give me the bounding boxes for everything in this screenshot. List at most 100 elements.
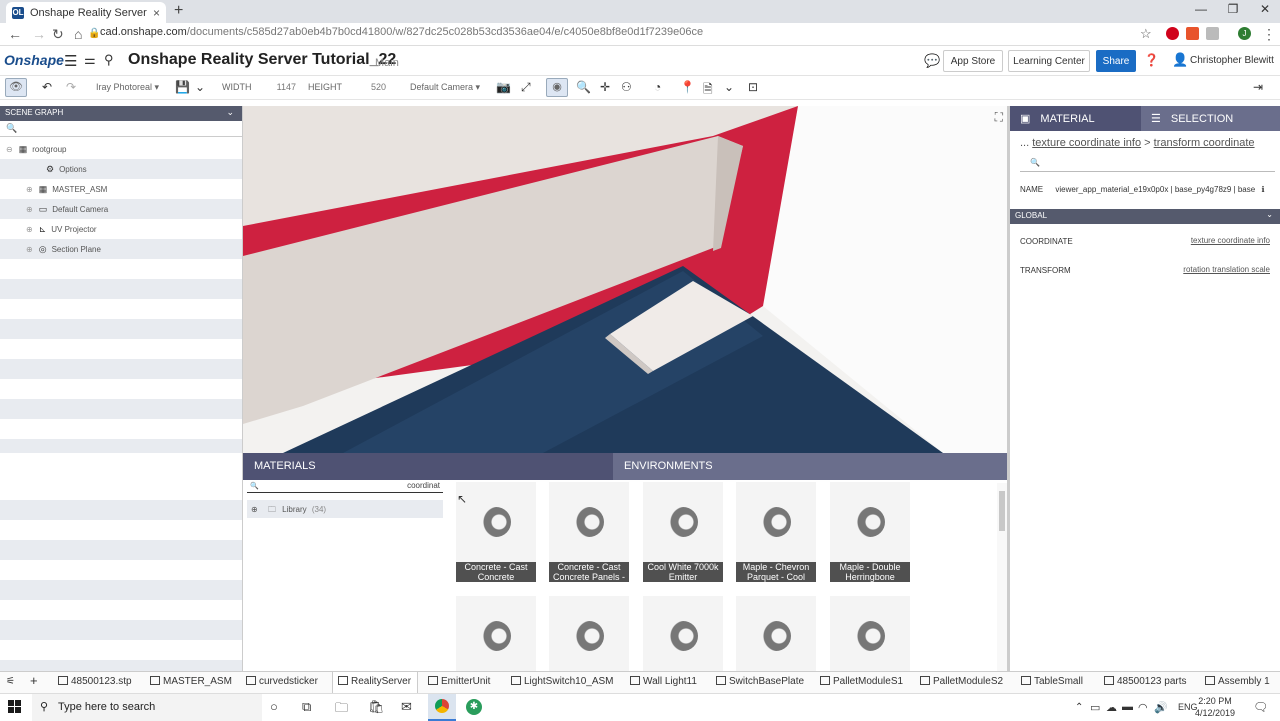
- collapse-icon[interactable]: ⊖: [6, 145, 13, 154]
- document-branch[interactable]: Main: [375, 57, 399, 69]
- mail-icon[interactable]: ✉: [401, 699, 412, 715]
- comments-icon[interactable]: 💬: [924, 53, 940, 69]
- viewer-eye-icon[interactable]: 👁: [5, 78, 27, 97]
- walk-view-icon[interactable]: ⚇: [621, 80, 632, 94]
- app-store-button[interactable]: App Store: [943, 50, 1003, 72]
- home-icon[interactable]: ⌂: [74, 26, 82, 42]
- tab-materials[interactable]: MATERIALS: [243, 453, 613, 480]
- material-tile[interactable]: [643, 596, 723, 671]
- tray-volume-icon[interactable]: 🔊: [1154, 701, 1168, 714]
- undo-icon[interactable]: ↶: [42, 80, 52, 94]
- tab-wall-light11[interactable]: Wall Light11: [630, 676, 697, 687]
- browser-tab[interactable]: OL Onshape Reality Server Tutorial_ ×: [6, 2, 166, 23]
- breadcrumb-link[interactable]: texture coordinate info: [1032, 137, 1141, 149]
- scene-item-section-plane[interactable]: ⊕ ◎ Section Plane: [0, 239, 242, 259]
- user-avatar-icon[interactable]: 👤: [1172, 52, 1188, 68]
- property-value-link[interactable]: texture coordinate info: [1191, 236, 1270, 245]
- library-folder-row[interactable]: ⊕ 🗀 Library (34): [247, 500, 443, 518]
- tab-tablesmall[interactable]: TableSmall: [1021, 676, 1083, 687]
- export-icon[interactable]: 🗎: [703, 80, 713, 101]
- close-tab-icon[interactable]: ×: [153, 6, 160, 20]
- tab-manager-icon[interactable]: ⚟: [6, 676, 15, 687]
- tab-palletmodules1[interactable]: PalletModuleS1: [820, 676, 903, 687]
- material-tile[interactable]: Concrete - Cast Concrete: [456, 482, 536, 582]
- tab-environments[interactable]: ENVIRONMENTS: [613, 453, 1007, 480]
- material-tile[interactable]: [736, 596, 816, 671]
- global-section-header[interactable]: GLOBAL ⌄: [1010, 209, 1280, 224]
- cortana-icon[interactable]: ○: [270, 699, 278, 714]
- scene-item-uv-projector[interactable]: ⊕ ⊾ UV Projector: [0, 219, 242, 239]
- expand-icon[interactable]: ⊕: [26, 185, 33, 194]
- close-window-button[interactable]: ✕: [1250, 2, 1280, 16]
- notifications-icon[interactable]: 🗨: [1253, 700, 1268, 714]
- scene-item-master-asm[interactable]: ⊕ ▦ MASTER_ASM: [0, 179, 242, 199]
- expand-icon[interactable]: ⊕: [251, 505, 258, 514]
- tray-chevron-icon[interactable]: ⌃: [1075, 702, 1083, 713]
- tab-curvedsticker[interactable]: curvedsticker: [246, 676, 318, 687]
- material-tile[interactable]: Concrete - Cast Concrete Panels -: [549, 482, 629, 582]
- new-tab-button[interactable]: +: [174, 2, 183, 20]
- material-tile[interactable]: Maple - Double Herringbone: [830, 482, 910, 582]
- tab-48500123-stp[interactable]: 48500123.stp: [58, 676, 132, 687]
- chevron-down-icon[interactable]: ⌄: [1266, 210, 1273, 219]
- windows-start-icon[interactable]: [8, 700, 22, 714]
- tab-material[interactable]: ▣ MATERIAL: [1010, 106, 1141, 131]
- exit-icon[interactable]: ⇥: [1253, 80, 1263, 94]
- fullscreen-icon[interactable]: ⛶: [995, 110, 1003, 125]
- camera-select[interactable]: Default Camera ▾: [410, 82, 480, 93]
- material-tile[interactable]: [456, 596, 536, 671]
- tray-wifi-icon[interactable]: ◠: [1138, 701, 1148, 714]
- tab-assembly-1[interactable]: Assembly 1: [1205, 676, 1270, 687]
- property-value-link[interactable]: rotation translation scale: [1183, 265, 1270, 274]
- lock-icon[interactable]: 🔒: [88, 28, 100, 39]
- settings-panel-icon[interactable]: ⊡: [748, 80, 758, 94]
- back-icon[interactable]: ←: [8, 26, 22, 42]
- user-name[interactable]: Christopher Blewitt: [1190, 55, 1274, 66]
- tab-48500123-parts[interactable]: 48500123 parts: [1104, 676, 1187, 687]
- reload-icon[interactable]: ↻: [52, 26, 64, 43]
- scene-graph-header[interactable]: SCENE GRAPH ⌄: [0, 106, 242, 121]
- add-tab-icon[interactable]: +: [30, 673, 38, 688]
- redo-icon[interactable]: ↷: [66, 80, 76, 94]
- orbit-view-icon[interactable]: ◉: [546, 78, 568, 97]
- profile-avatar-icon[interactable]: J: [1238, 27, 1251, 40]
- expand-icon[interactable]: ⊕: [26, 205, 33, 214]
- tray-network-icon[interactable]: ▭: [1090, 701, 1100, 714]
- tab-palletmodules2[interactable]: PalletModuleS2: [920, 676, 1003, 687]
- export-dropdown-chevron-icon[interactable]: ⌄: [724, 80, 734, 94]
- breadcrumb-link[interactable]: transform coordinate: [1154, 137, 1255, 149]
- tray-battery-icon[interactable]: ▬: [1122, 701, 1133, 713]
- render-viewport[interactable]: ⛶: [243, 106, 1007, 453]
- onshape-logo[interactable]: Onshape: [4, 52, 64, 68]
- material-tile[interactable]: [549, 596, 629, 671]
- chrome-taskbar-item[interactable]: [428, 694, 456, 721]
- browser-menu-icon[interactable]: ⋮: [1262, 26, 1276, 43]
- expand-icon[interactable]: ⊕: [26, 245, 33, 254]
- material-tile[interactable]: Maple - Chevron Parquet - Cool: [736, 482, 816, 582]
- chevron-down-icon[interactable]: ⌄: [226, 107, 234, 118]
- file-explorer-icon[interactable]: 🗀: [335, 699, 348, 721]
- width-input[interactable]: 1147: [258, 82, 296, 92]
- taskbar-search-input[interactable]: ⚲ Type here to search: [32, 694, 262, 721]
- save-dropdown-chevron-icon[interactable]: ⌄: [195, 80, 205, 94]
- scrollbar-thumb[interactable]: [999, 491, 1005, 531]
- render-mode-select[interactable]: Iray Photoreal ▾: [96, 82, 159, 93]
- snapshot-camera-icon[interactable]: 📷: [496, 80, 511, 94]
- forward-icon[interactable]: →: [32, 26, 46, 42]
- configurations-icon[interactable]: ⚲: [104, 52, 114, 68]
- app-icon[interactable]: ✱: [466, 699, 482, 715]
- zoom-icon[interactable]: 🔍: [576, 80, 591, 94]
- bookmark-star-icon[interactable]: ☆: [1140, 26, 1152, 42]
- breadcrumb-ellipsis[interactable]: ...: [1020, 137, 1029, 149]
- feature-list-icon[interactable]: ⚌: [84, 52, 96, 68]
- tab-selection[interactable]: ☰ SELECTION: [1141, 106, 1280, 131]
- save-icon[interactable]: 💾: [175, 80, 190, 94]
- expand-icon[interactable]: ⊕: [26, 225, 33, 234]
- scene-graph-search-input[interactable]: 🔍: [0, 121, 242, 137]
- store-icon[interactable]: 🛍: [368, 699, 385, 715]
- tab-master-asm[interactable]: MASTER_ASM: [150, 676, 232, 687]
- tab-switchbaseplate[interactable]: SwitchBasePlate: [716, 676, 804, 687]
- tray-cloud-icon[interactable]: ☁: [1106, 701, 1117, 714]
- restore-window-button[interactable]: ❐: [1218, 2, 1248, 16]
- pan-icon[interactable]: ✛: [600, 80, 610, 94]
